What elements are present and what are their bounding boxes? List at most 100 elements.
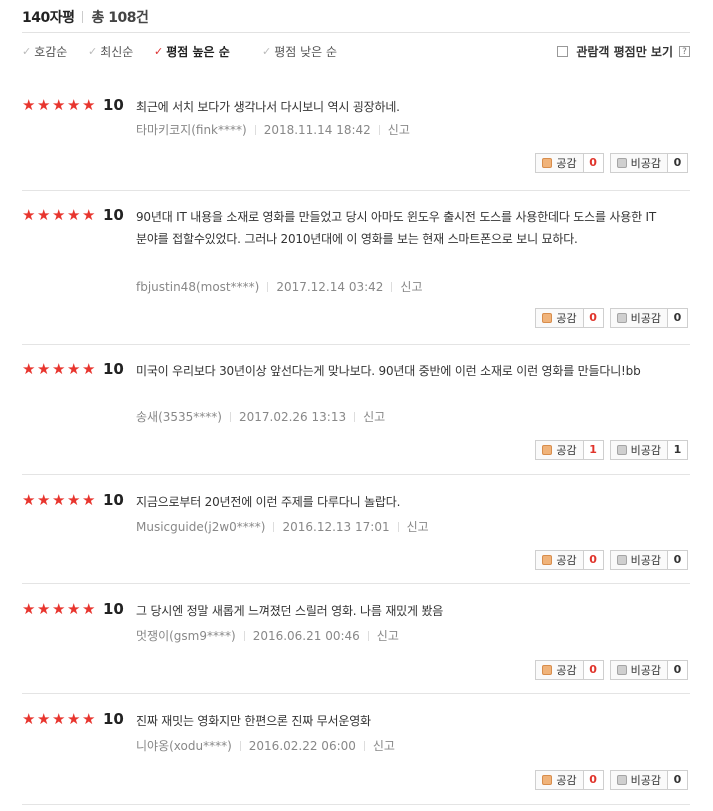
dislike-button[interactable]: 비공감 <box>609 308 668 328</box>
thumbs-down-icon <box>616 445 627 455</box>
review-author[interactable]: 니야옹(xodu****) <box>136 737 232 754</box>
star-icon: ★ <box>52 491 66 509</box>
star-icon: ★ <box>67 96 81 114</box>
total-count: 총 108건 <box>91 10 149 26</box>
thumbs-up-icon <box>542 313 553 323</box>
review-author[interactable]: 멋쟁이(gsm9****) <box>136 627 236 644</box>
dislike-button[interactable]: 비공감 <box>609 660 668 680</box>
thumbs-down-icon <box>616 775 627 785</box>
thumbs-up-icon <box>542 445 553 455</box>
like-count: 0 <box>583 308 604 328</box>
divider <box>363 740 365 751</box>
sort-label: 최신순 <box>100 44 134 59</box>
review-date: 2017.02.26 13:13 <box>238 409 347 424</box>
star-icon: ★ <box>82 491 96 509</box>
divider <box>239 740 241 751</box>
dislike-button[interactable]: 비공감 <box>609 770 668 790</box>
rating-score: 10 <box>103 710 124 728</box>
review-date: 2016.02.22 06:00 <box>248 738 356 753</box>
rating-score: 10 <box>103 206 124 224</box>
like-button[interactable]: 공감 <box>535 550 584 570</box>
like-label: 공감 <box>556 312 577 325</box>
sort-newest[interactable]: ✓ 최신순 <box>88 42 133 60</box>
review-meta: Musicguide(j2w0****) 2016.12.13 17:01 신고 <box>136 518 429 535</box>
report-link[interactable]: 신고 <box>400 278 422 295</box>
divider <box>354 411 356 422</box>
rating-score: 10 <box>103 491 124 509</box>
star-icon: ★ <box>37 710 51 728</box>
review-date: 2016.12.13 17:01 <box>282 519 390 534</box>
vote-group: 공감 0 비공감 0 <box>535 153 688 173</box>
review-text: 진짜 재밋는 영화지만 한편으론 진짜 무서운영화 <box>136 714 371 728</box>
report-link[interactable]: 신고 <box>373 737 395 754</box>
report-link[interactable]: 신고 <box>407 518 429 535</box>
like-count: 1 <box>583 440 604 460</box>
dislike-button[interactable]: 비공감 <box>609 153 668 173</box>
rating: ★ ★ ★ ★ ★ 10 <box>22 96 124 114</box>
check-icon: ✓ <box>88 44 98 58</box>
review-item: ★ ★ ★ ★ ★ 10 그 당시엔 정말 새롭게 느껴졌던 스릴러 영화. 나름 재밌… <box>22 600 690 694</box>
review-meta: 송새(3535****) 2017.02.26 13:13 신고 <box>136 408 385 425</box>
divider <box>273 521 275 532</box>
review-date: 2016.06.21 00:46 <box>252 628 360 643</box>
star-icon: ★ <box>22 96 36 114</box>
star-icon: ★ <box>67 491 81 509</box>
star-icon: ★ <box>37 96 51 114</box>
sort-likeability[interactable]: ✓ 호감순 <box>22 42 67 60</box>
divider <box>267 281 269 292</box>
rating-score: 10 <box>103 96 124 114</box>
rating-score: 10 <box>103 360 124 378</box>
dislike-label: 비공감 <box>630 554 661 567</box>
thumbs-down-icon <box>616 665 627 675</box>
thumbs-down-icon <box>616 313 627 323</box>
divider <box>254 124 256 135</box>
thumbs-down-icon <box>616 158 627 168</box>
sort-rating-low[interactable]: ✓ 평점 낮은 순 <box>262 42 337 60</box>
review-item: ★ ★ ★ ★ ★ 10 지금으로부터 20년전에 이런 주제를 다루다니 놀랍다. M… <box>22 491 690 584</box>
like-button[interactable]: 공감 <box>535 660 584 680</box>
help-icon[interactable]: ? <box>679 45 690 57</box>
like-count: 0 <box>583 660 604 680</box>
thumbs-up-icon <box>542 555 553 565</box>
report-link[interactable]: 신고 <box>377 627 399 644</box>
review-author[interactable]: Musicguide(j2w0****) <box>136 520 265 534</box>
star-icon: ★ <box>82 600 96 618</box>
review-page: 140자평 총 108건 ✓ 호감순 ✓ 최신순 ✓ 평점 높은 순 ✓ 평점 … <box>0 0 713 811</box>
like-button[interactable]: 공감 <box>535 440 584 460</box>
divider <box>22 32 690 33</box>
dislike-label: 비공감 <box>630 774 661 787</box>
dislike-count: 0 <box>668 308 688 328</box>
star-icon: ★ <box>22 360 36 378</box>
dislike-button[interactable]: 비공감 <box>609 440 668 460</box>
like-button[interactable]: 공감 <box>535 308 584 328</box>
star-icon: ★ <box>52 96 66 114</box>
review-author[interactable]: fbjustin48(most****) <box>136 280 259 294</box>
like-button[interactable]: 공감 <box>535 153 584 173</box>
dislike-label: 비공감 <box>630 664 661 677</box>
review-author[interactable]: 송새(3535****) <box>136 408 222 425</box>
review-text: 그 당시엔 정말 새롭게 느껴졌던 스릴러 영화. 나름 재밌게 봤음 <box>136 604 444 618</box>
review-meta: 멋쟁이(gsm9****) 2016.06.21 00:46 신고 <box>136 627 399 644</box>
like-label: 공감 <box>556 774 577 787</box>
sort-rating-high[interactable]: ✓ 평점 높은 순 <box>154 42 230 60</box>
vote-group: 공감 0 비공감 0 <box>535 660 688 680</box>
review-item: ★ ★ ★ ★ ★ 10 진짜 재밋는 영화지만 한편으론 진짜 무서운영화 니야옹(x… <box>22 710 690 805</box>
like-count: 0 <box>583 153 604 173</box>
vote-group: 공감 1 비공감 1 <box>535 440 688 460</box>
star-icon: ★ <box>22 491 36 509</box>
like-button[interactable]: 공감 <box>535 770 584 790</box>
like-count: 0 <box>583 550 604 570</box>
report-link[interactable]: 신고 <box>363 408 385 425</box>
vote-group: 공감 0 비공감 0 <box>535 770 688 790</box>
audience-only-checkbox[interactable] <box>557 45 569 57</box>
divider <box>378 124 380 135</box>
audience-only-label: 관람객 평점만 보기 <box>576 44 673 59</box>
audience-only-option: 관람객 평점만 보기 ? <box>557 42 690 60</box>
star-icon: ★ <box>37 491 51 509</box>
star-icon: ★ <box>52 710 66 728</box>
review-header: 140자평 총 108건 <box>22 6 149 28</box>
review-author[interactable]: 타마키코지(fink****) <box>136 121 247 138</box>
divider <box>397 521 399 532</box>
dislike-button[interactable]: 비공감 <box>609 550 668 570</box>
report-link[interactable]: 신고 <box>388 121 410 138</box>
